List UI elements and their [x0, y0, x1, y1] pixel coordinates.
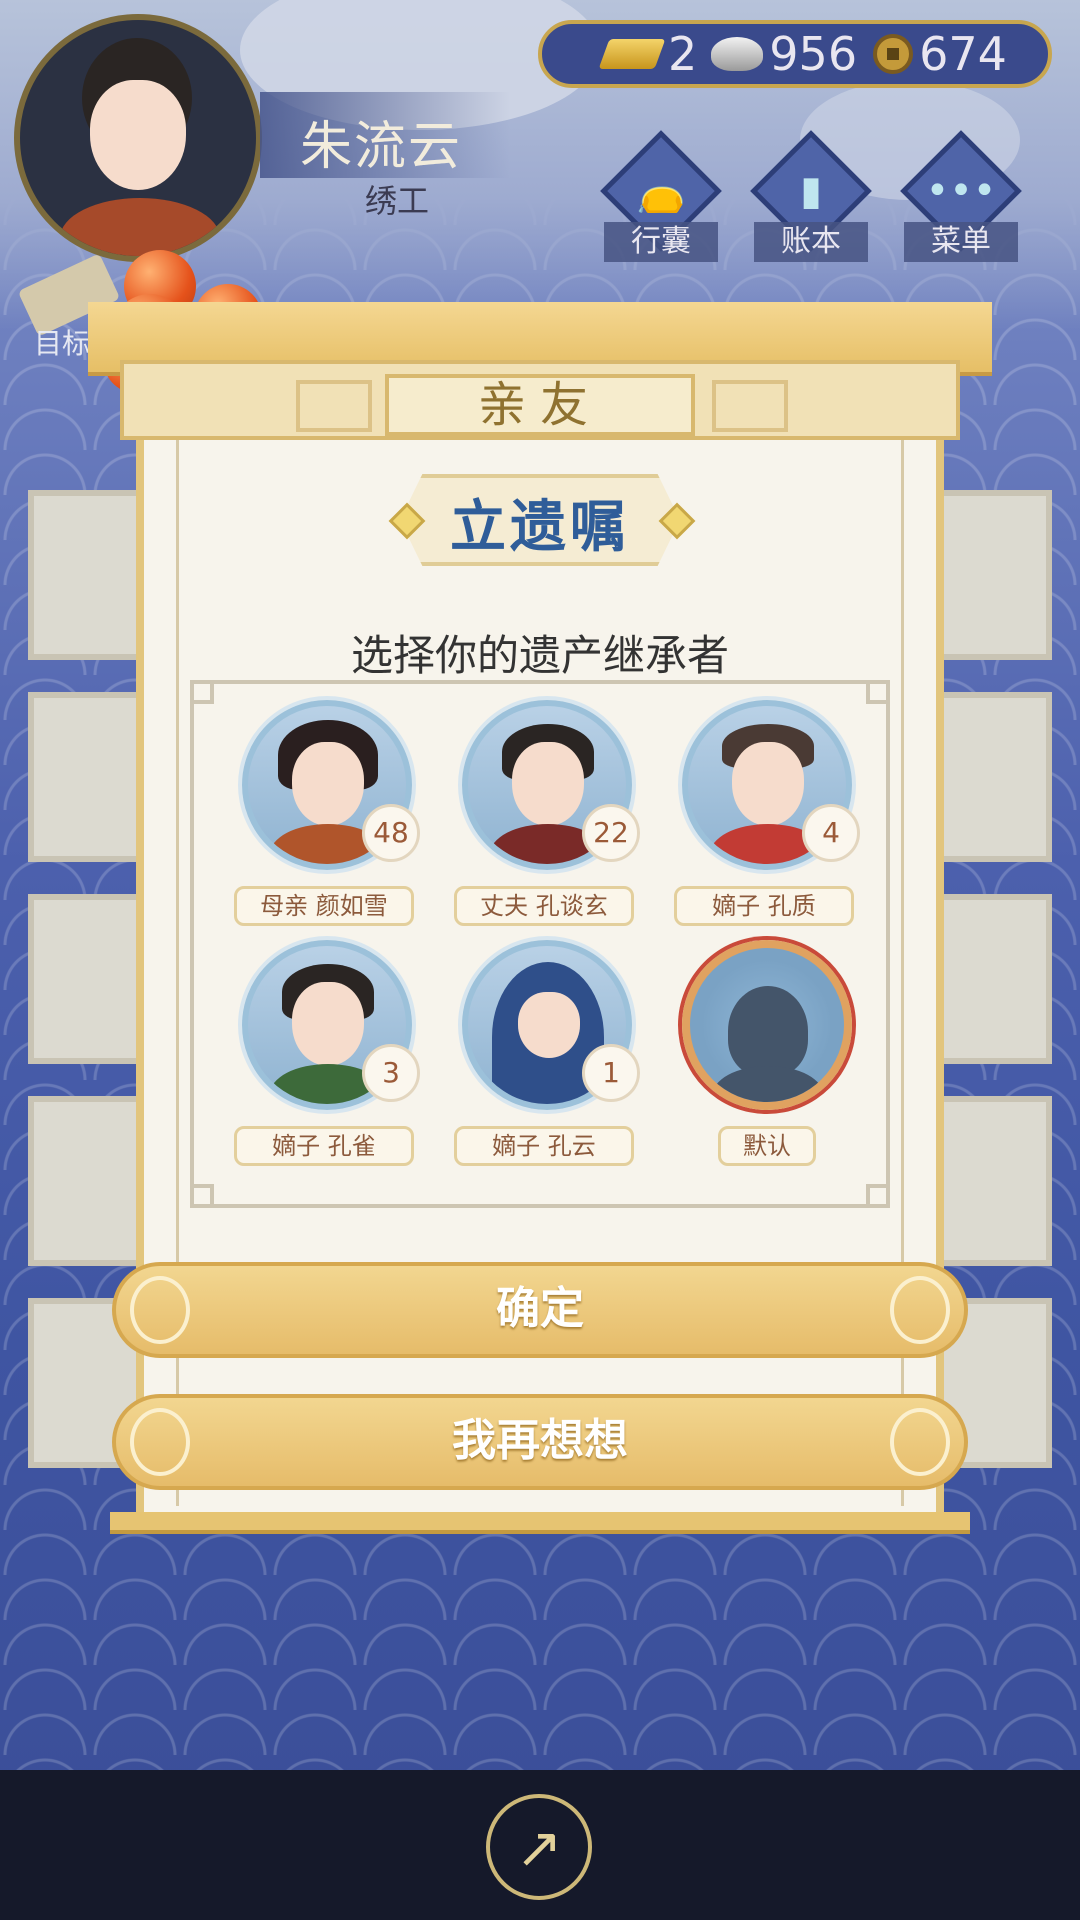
heir-prompt: 选择你的遗产继承者 — [350, 631, 729, 680]
gold-count: 2 — [668, 27, 698, 81]
heir-option-son-kongzhi[interactable]: 4 嫡子 孔质 — [652, 700, 872, 940]
side-slot — [937, 1096, 1052, 1266]
age-badge: 3 — [362, 1044, 420, 1102]
portrait-face — [512, 742, 584, 826]
member-label: 嫡子 孔云 — [454, 1126, 634, 1166]
more-icon: ••• — [925, 168, 997, 214]
heir-option-husband[interactable]: 22 丈夫 孔谈玄 — [432, 700, 652, 940]
side-slot — [28, 692, 143, 862]
heir-option-mother[interactable]: 48 母亲 颜如雪 — [212, 700, 432, 940]
frame-corner — [190, 680, 214, 704]
menu-button[interactable]: ••• 菜单 — [896, 130, 1026, 270]
member-label: 母亲 颜如雪 — [234, 886, 414, 926]
member-label: 嫡子 孔雀 — [234, 1126, 414, 1166]
avatar-body — [60, 198, 220, 256]
dialog-tab-title: 亲友 — [385, 374, 695, 436]
silver-ingot-icon — [711, 37, 764, 71]
silhouette-body — [712, 1066, 824, 1102]
side-slot — [28, 490, 143, 660]
confirm-button[interactable]: 确定 — [112, 1262, 968, 1358]
member-label: 嫡子 孔质 — [674, 886, 854, 926]
menu-label: 菜单 — [904, 222, 1018, 262]
frame-corner — [866, 1184, 890, 1208]
side-slot — [937, 894, 1052, 1064]
goal-label[interactable]: 目标 — [34, 322, 90, 362]
cloud-ornament-icon — [890, 1276, 950, 1344]
player-name: 朱流云 — [300, 117, 463, 177]
currency-bar: 2 956 674 — [538, 20, 1052, 88]
heir-option-son-kongyun[interactable]: 1 嫡子 孔云 — [432, 940, 652, 1180]
portrait-face — [292, 982, 364, 1066]
bag-icon: 👝 — [636, 169, 686, 215]
age-badge: 22 — [582, 804, 640, 862]
side-slot — [937, 692, 1052, 862]
portrait-face — [292, 742, 364, 826]
frame-corner — [190, 1184, 214, 1208]
coin-count: 674 — [919, 27, 1007, 81]
share-button[interactable]: ↗ — [486, 1794, 592, 1900]
age-badge: 1 — [582, 1044, 640, 1102]
ledger-label: 账本 — [754, 222, 868, 262]
side-slot — [937, 490, 1052, 660]
copper-coin-icon — [873, 34, 914, 74]
age-badge: 4 — [802, 804, 860, 862]
ledger-icon: ▮ — [799, 168, 822, 214]
cloud-ornament-icon — [130, 1408, 190, 1476]
reconsider-button[interactable]: 我再想想 — [112, 1394, 968, 1490]
gold-ingot-icon — [598, 39, 666, 69]
confirm-label: 确定 — [496, 1283, 584, 1334]
member-label: 丈夫 孔谈玄 — [454, 886, 634, 926]
portrait-face — [518, 992, 580, 1058]
bag-button[interactable]: 👝 行囊 — [596, 130, 726, 270]
silver-count: 956 — [769, 27, 858, 81]
default-portrait — [682, 940, 852, 1110]
side-slot — [28, 1096, 143, 1266]
portrait-face — [732, 742, 804, 826]
ledger-button[interactable]: ▮ 账本 — [746, 130, 876, 270]
heir-option-son-kongque[interactable]: 3 嫡子 孔雀 — [212, 940, 432, 1180]
dialog-title: 立遗嘱 — [450, 495, 630, 560]
player-avatar[interactable] — [14, 14, 262, 262]
heir-option-default[interactable]: 默认 — [652, 940, 872, 1180]
bag-label: 行囊 — [604, 222, 718, 262]
player-title: 绣工 — [365, 182, 430, 220]
cloud-ornament-icon — [890, 1408, 950, 1476]
cloud-ornament-icon — [130, 1276, 190, 1344]
header-ornament — [296, 380, 372, 432]
header-ornament — [712, 380, 788, 432]
reconsider-label: 我再想想 — [452, 1415, 628, 1466]
share-icon: ↗ — [515, 1816, 563, 1881]
avatar-face — [90, 80, 186, 190]
dialog-bottom-roll — [110, 1512, 970, 1534]
age-badge: 48 — [362, 804, 420, 862]
member-label: 默认 — [718, 1126, 816, 1166]
side-slot — [28, 894, 143, 1064]
silhouette-icon — [728, 986, 808, 1076]
